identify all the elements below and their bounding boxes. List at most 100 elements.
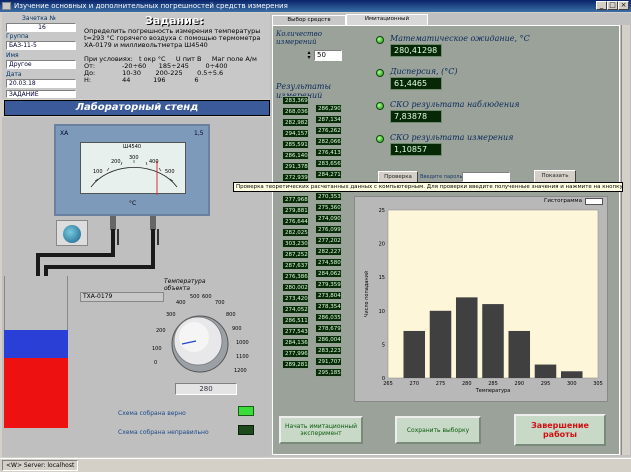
histogram-bar [560,371,583,378]
result-cell: 268,036 [282,107,309,116]
svg-text:1100: 1100 [236,354,249,360]
tab-simulation[interactable]: Имитационный эксперимент [346,14,428,31]
connector-button[interactable] [56,220,88,246]
scale-label: 500 [165,169,175,175]
legend-swatch-icon [585,198,603,205]
minimize-button[interactable]: _ [596,1,607,10]
stat-led [376,69,384,77]
result-cell: 284,062 [315,269,342,278]
vertical-scrollbar[interactable] [621,25,630,455]
scale-label: 200 [111,159,121,165]
knob-title: Температура объекта [164,278,206,292]
result-cell: 303,230 [282,239,309,248]
task-text: Определить погрешность измерения темпера… [84,28,261,84]
scale-label: 100 [93,169,103,175]
scale-label: 300 [129,155,139,161]
result-cell: 283,656 [315,159,342,168]
result-cell: 285,591 [282,140,309,149]
knob-value: 280 [175,383,237,395]
result-cell: 294,157 [282,129,309,138]
result-cell: 277,202 [315,236,342,245]
histogram-bar [429,310,452,378]
meter-face: Ш4540 100 200 300 400 500 [80,142,186,195]
close-button[interactable]: × [618,1,629,10]
stat-value: 61,4465 [390,77,442,90]
date-field[interactable]: 20.03.18 [6,79,76,88]
stat-led [376,102,384,110]
vessel-top [4,330,68,358]
student-fields: Зачетка № 16 Группа БАЗ-11-5 Имя Другое … [4,15,78,99]
result-cell: 282,227 [315,247,342,256]
status-bar: <W> Server: localhost [0,458,631,471]
result-cell: 275,360 [315,203,342,212]
task-title: Задание: [145,14,204,27]
result-cell: 287,252 [282,250,309,259]
start-experiment-label: Начать имитационный эксперимент [285,423,357,437]
x-tick-label: 265 [383,381,393,387]
indicator-ok-led [238,406,254,416]
result-cell: 274,580 [315,258,342,267]
result-cell: 278,354 [315,302,342,311]
name-field[interactable]: Другое [6,60,76,69]
task-field[interactable]: ЗАДАНИЕ [6,90,76,98]
result-cell: 273,804 [315,291,342,300]
svg-text:400: 400 [176,300,186,306]
save-sample-label: Сохранить выборку [406,426,470,434]
result-cell: 276,099 [315,225,342,234]
svg-text:500: 500 [190,294,200,300]
x-tick-label: 295 [541,381,551,387]
record-book-field[interactable]: 16 [6,23,76,32]
result-cell: 277,543 [282,327,309,336]
result-cell: 287,637 [282,261,309,270]
finish-label: Завершение работы [531,421,589,439]
result-cell: 279,881 [282,206,309,215]
scale-label: 400 [149,159,159,165]
result-cell: 291,378 [282,162,309,171]
tab-select-instruments[interactable]: Выбор средств измерения [272,15,346,32]
save-sample-button[interactable]: Сохранить выборку [395,416,481,444]
result-cell: 283,223 [315,346,342,355]
result-cell: 286,035 [315,313,342,322]
result-cell: 278,679 [315,324,342,333]
svg-text:1200: 1200 [234,368,247,374]
result-cell: 286,140 [282,151,309,160]
indicator-error-label: Схема собрана неправильно [118,429,209,436]
plug-icon [63,225,81,243]
group-field[interactable]: БАЗ-11-5 [6,41,76,50]
temperature-knob[interactable]: 0100200 300400500 600700800 90010001100 … [148,294,254,378]
histogram-bar [482,304,504,378]
vessel-upper [4,276,68,330]
y-axis-label: Число попаданий [363,271,370,317]
stat-led [376,36,384,44]
indicator-error-led [238,425,254,435]
password-input[interactable] [462,172,510,182]
result-cell: 287,134 [315,115,342,124]
stat-label: СКО результата наблюдения [390,100,520,109]
count-input[interactable]: 50 [314,50,342,61]
start-experiment-button[interactable]: Начать имитационный эксперимент [279,416,363,444]
histogram-chart: 0510152025265 270 275 280 285 290 295 300 305Тем… [363,208,603,394]
count-spinner[interactable]: ▴ ▾ [306,50,312,61]
x-tick-label: 275 [436,381,446,387]
result-cell: 276,644 [282,217,309,226]
x-axis-label: Температура [475,388,511,394]
result-cell: 280,002 [282,283,309,292]
stat-label: СКО результата измерения [390,133,514,142]
millivoltmeter: ХА 1,5 Ш4540 100 200 300 400 500 °С [54,124,210,216]
svg-text:300: 300 [166,312,176,318]
field-label: Группа [6,33,29,40]
result-cell: 291,707 [315,357,342,366]
status-server: <W> Server: localhost [2,460,79,471]
stat-led [376,135,384,143]
tooltip: Проверка теоретических расчетанных данны… [233,182,623,192]
result-cell: 289,281 [282,360,309,369]
histogram-bar [403,330,426,378]
result-cell: 276,413 [315,148,342,157]
meter-unit: °С [129,200,137,207]
result-cell: 274,052 [282,305,309,314]
result-cell: 282,025 [282,228,309,237]
y-tick-label: 10 [379,309,385,315]
finish-button[interactable]: Завершение работы [514,414,606,446]
histogram-bar [508,330,531,378]
maximize-button[interactable]: □ [607,1,618,10]
